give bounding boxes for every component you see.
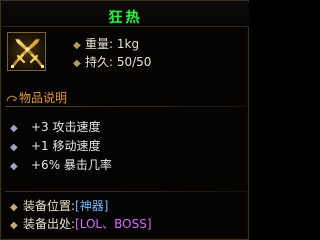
description-header: 物品说明 bbox=[1, 87, 250, 107]
attribute-crit-chance: ◆ +6% 暴击几率 bbox=[10, 157, 112, 173]
attribute-attack-speed: ◆ +3 攻击速度 bbox=[10, 119, 101, 135]
description-title: 物品说明 bbox=[19, 91, 68, 105]
gem-bullet-icon: ◆ bbox=[10, 220, 18, 231]
equip-source-row: ◆ 装备出处:[LOL、BOSS] bbox=[10, 216, 152, 232]
weight-stat: ◆ 重量: 1kg bbox=[73, 36, 139, 52]
crossed-swords-icon bbox=[10, 38, 45, 69]
description-underline bbox=[5, 106, 246, 107]
attribute-move-speed: ◆ +1 移动速度 bbox=[10, 138, 101, 154]
gem-bullet-icon: ◆ bbox=[10, 123, 18, 134]
item-name: 狂热 bbox=[108, 10, 143, 26]
diamond-bullet-icon: ◆ bbox=[73, 40, 81, 51]
title-bar: 狂热 bbox=[2, 2, 249, 27]
item-tooltip: 狂热 ◆ 重量: 1kg ◆ 持久: 50/50 物品说明 ◆ +3 攻击速度 … bbox=[0, 0, 249, 240]
gem-bullet-icon: ◆ bbox=[10, 161, 18, 172]
gem-bullet-icon: ◆ bbox=[10, 202, 18, 213]
gem-bullet-icon: ◆ bbox=[10, 142, 18, 153]
curl-ornament-icon bbox=[6, 95, 17, 102]
durability-stat: ◆ 持久: 50/50 bbox=[73, 54, 151, 70]
item-icon-slot[interactable] bbox=[7, 32, 46, 71]
equip-slot-row: ◆ 装备位置:[神器] bbox=[10, 198, 108, 214]
equip-slot-value: [神器] bbox=[75, 199, 109, 213]
equip-source-value: [LOL、BOSS] bbox=[75, 217, 152, 231]
section-divider bbox=[5, 191, 246, 192]
diamond-bullet-icon: ◆ bbox=[73, 58, 81, 69]
